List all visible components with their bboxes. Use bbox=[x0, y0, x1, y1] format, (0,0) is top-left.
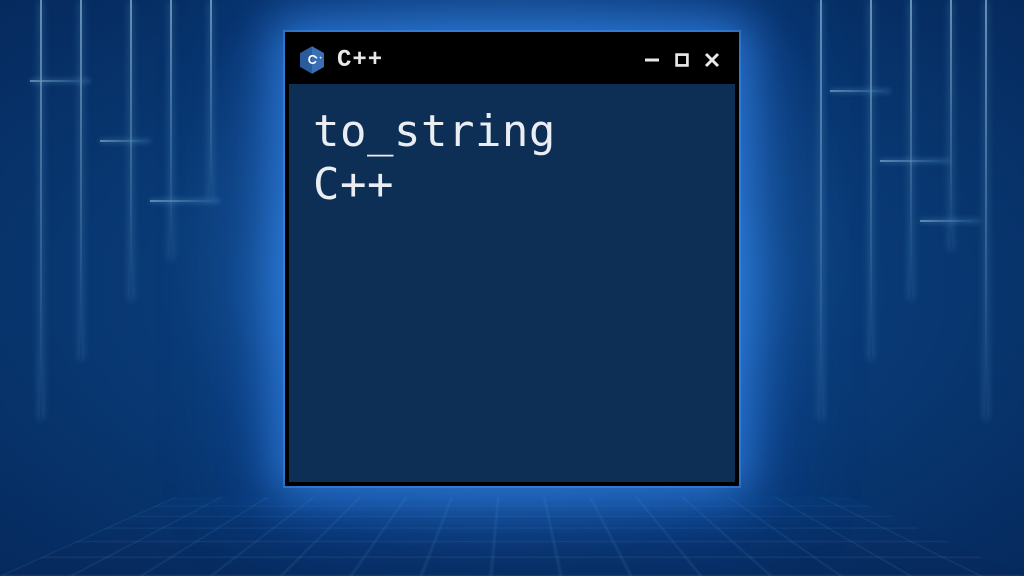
svg-text:+: + bbox=[315, 56, 318, 61]
minimize-button[interactable] bbox=[639, 47, 665, 73]
code-line-2: C++ bbox=[313, 159, 711, 212]
window-title: C++ bbox=[337, 47, 383, 74]
app-window: C + + C++ to_string C++ bbox=[285, 32, 739, 486]
svg-text:+: + bbox=[319, 56, 322, 61]
cpp-icon: C + + bbox=[297, 45, 327, 75]
window-controls bbox=[639, 47, 725, 73]
window-content: to_string C++ bbox=[289, 84, 735, 234]
close-button[interactable] bbox=[699, 47, 725, 73]
maximize-button[interactable] bbox=[669, 47, 695, 73]
titlebar: C + + C++ bbox=[289, 36, 735, 84]
code-line-1: to_string bbox=[313, 106, 711, 159]
